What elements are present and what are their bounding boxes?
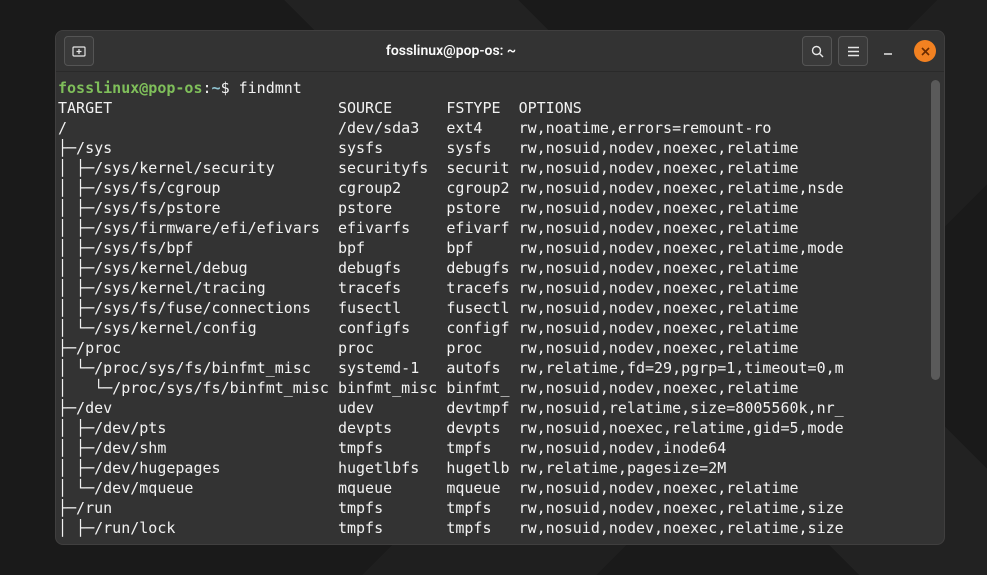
terminal-output: fosslinux@pop-os:~$ findmnt TARGET SOURC… bbox=[58, 78, 944, 538]
titlebar: fosslinux@pop-os: ~ bbox=[56, 31, 944, 72]
search-button[interactable] bbox=[802, 36, 832, 66]
close-button[interactable] bbox=[914, 40, 936, 62]
new-tab-button[interactable] bbox=[64, 36, 94, 66]
close-icon bbox=[921, 47, 930, 56]
minimize-button[interactable] bbox=[874, 36, 902, 66]
menu-button[interactable] bbox=[838, 36, 868, 66]
new-tab-icon bbox=[72, 44, 86, 58]
search-icon bbox=[811, 45, 824, 58]
scrollbar[interactable] bbox=[931, 80, 940, 380]
terminal-window: fosslinux@pop-os: ~ fosslinux@pop-os:~$ … bbox=[55, 30, 945, 545]
minimize-icon bbox=[882, 45, 894, 57]
hamburger-icon bbox=[847, 46, 860, 57]
window-title: fosslinux@pop-os: ~ bbox=[100, 43, 802, 59]
terminal-content[interactable]: fosslinux@pop-os:~$ findmnt TARGET SOURC… bbox=[56, 72, 944, 544]
